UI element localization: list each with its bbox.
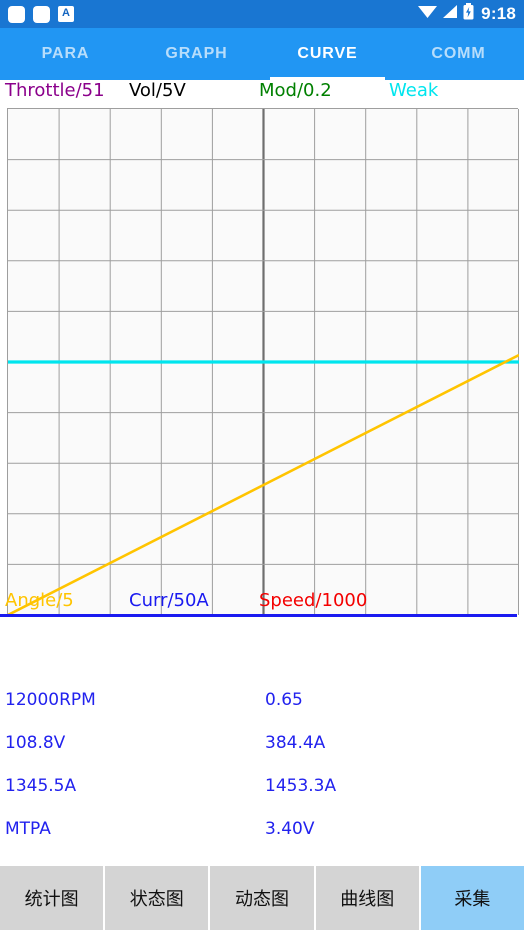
status-bar-system-icons: 9:18: [418, 3, 516, 25]
chart-legend-top: Throttle/51 Vol/5V Mod/0.2 Weak: [0, 80, 524, 104]
readout-row: 12000RPM 0.65: [0, 690, 524, 733]
chart-legend-bottom: Angle/5 Curr/50A Speed/1000: [0, 590, 524, 614]
legend-item-angle: Angle/5: [5, 590, 74, 611]
wifi-icon: [418, 4, 438, 24]
dynamic-chart-button[interactable]: 动态图: [210, 866, 314, 930]
legend-item-weak: Weak: [389, 80, 439, 101]
statistics-chart-button[interactable]: 统计图: [0, 866, 104, 930]
status-bar-clock: 9:18: [481, 4, 516, 23]
ime-indicator-icon: A: [58, 6, 74, 22]
tab-para[interactable]: PARA: [0, 28, 131, 80]
tab-comm[interactable]: COMM: [393, 28, 524, 80]
readout-value-current-a: 384.4A: [265, 733, 326, 753]
status-chart-button[interactable]: 状态图: [105, 866, 209, 930]
legend-item-vol: Vol/5V: [129, 80, 186, 101]
readout-value-current-c: 1453.3A: [265, 776, 337, 796]
readout-value-current-b: 1345.5A: [5, 776, 77, 796]
tab-curve[interactable]: CURVE: [262, 28, 393, 80]
bottom-button-bar: 统计图 状态图 动态图 曲线图 采集: [0, 866, 524, 930]
curve-chart-button[interactable]: 曲线图: [315, 866, 419, 930]
collect-button[interactable]: 采集: [420, 866, 524, 930]
tab-graph[interactable]: GRAPH: [131, 28, 262, 80]
readout-value-throttle-volt: 3.40V: [265, 819, 315, 839]
readout-value-control-mode: MTPA: [5, 819, 51, 839]
notification-square-icon: [8, 5, 25, 23]
legend-item-throttle: Throttle/51: [5, 80, 105, 101]
readout-row: 1345.5A 1453.3A: [0, 776, 524, 819]
readout-value-modulation: 0.65: [265, 690, 303, 710]
status-bar: A 9:18: [0, 0, 524, 28]
readout-row: 108.8V 384.4A: [0, 733, 524, 776]
readout-value-voltage: 108.8V: [5, 733, 66, 753]
notification-square-icon: [33, 5, 50, 23]
legend-item-curr: Curr/50A: [129, 590, 209, 611]
legend-item-mod: Mod/0.2: [259, 80, 332, 101]
curve-chart: Throttle/51 Vol/5V Mod/0.2 Weak Angle/5 …: [0, 80, 524, 625]
readout-row: MTPA 3.40V: [0, 819, 524, 862]
signal-icon: [442, 4, 458, 24]
readout-panel: 12000RPM 0.65 108.8V 384.4A 1345.5A 1453…: [0, 690, 524, 862]
readout-value-speed-rpm: 12000RPM: [5, 690, 96, 710]
tab-bar: PARA GRAPH CURVE COMM: [0, 28, 524, 80]
battery-charging-icon: [463, 3, 474, 25]
chart-plot-area: [7, 108, 519, 615]
status-bar-notifications: A: [8, 5, 74, 23]
chart-bottom-axis: [0, 614, 517, 617]
chart-grid-and-series: [8, 109, 519, 615]
legend-item-speed: Speed/1000: [259, 590, 368, 611]
